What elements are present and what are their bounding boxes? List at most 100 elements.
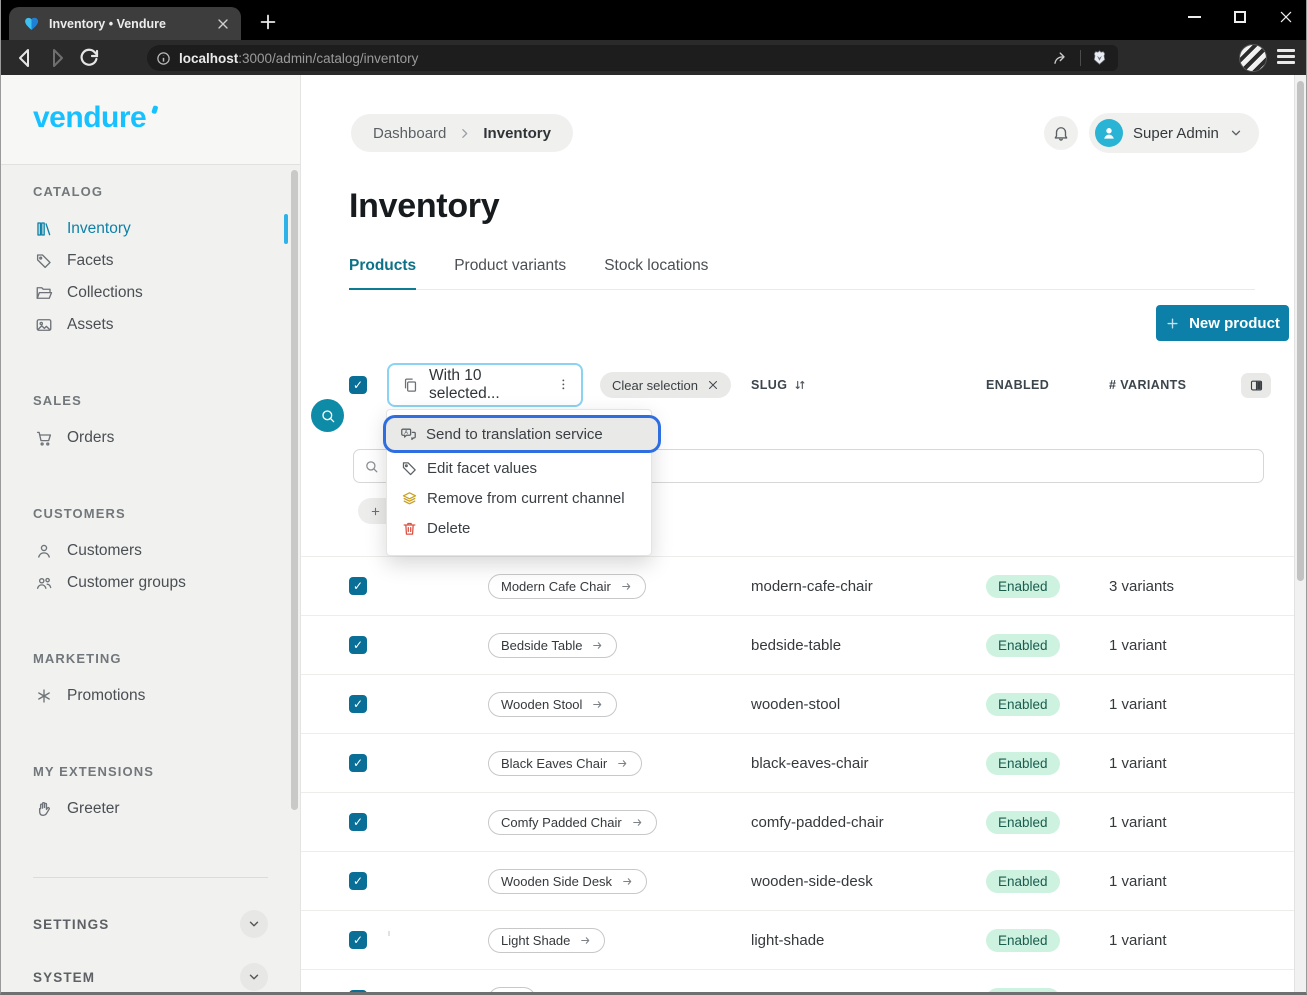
sidebar-section-system[interactable]: SYSTEM <box>1 957 300 995</box>
menu-item-delete[interactable]: Delete <box>387 513 651 543</box>
arrow-right-icon <box>631 816 644 829</box>
sidebar-item-collections[interactable]: Collections <box>1 277 300 309</box>
product-name-chip[interactable]: Wooden Stool <box>488 692 617 717</box>
sidebar-item-inventory[interactable]: Inventory <box>1 213 300 245</box>
menu-item-edit-facet-values[interactable]: Edit facet values <box>387 453 651 483</box>
sidebar-section-label: MY EXTENSIONS <box>1 764 300 779</box>
menu-item-send-to-translation-service[interactable]: A Send to translation service <box>386 418 658 450</box>
tab-product-variants[interactable]: Product variants <box>454 257 566 289</box>
user-menu[interactable]: Super Admin <box>1089 113 1259 153</box>
product-name-chip[interactable]: Modern Cafe Chair <box>488 574 646 599</box>
sidebar-item-greeter[interactable]: Greeter <box>1 793 300 825</box>
browser-forward-button[interactable] <box>45 46 69 70</box>
variant-count: 1 variant <box>1109 696 1274 713</box>
trash-icon <box>401 520 418 537</box>
row-checkbox[interactable]: ✓ <box>349 636 367 654</box>
share-icon[interactable] <box>1052 49 1070 67</box>
status-badge: Enabled <box>986 870 1060 893</box>
product-name-chip[interactable]: Comfy Padded Chair <box>488 810 657 835</box>
product-slug: wooden-side-desk <box>751 873 986 890</box>
sidebar-item-orders[interactable]: Orders <box>1 422 300 454</box>
sidebar-item-assets[interactable]: Assets <box>1 309 300 341</box>
product-slug: bedside-table <box>751 637 986 654</box>
bulk-actions-button[interactable]: With 10 selected... <box>387 363 583 407</box>
tab-products[interactable]: Products <box>349 257 416 290</box>
window-close-button[interactable] <box>1276 7 1296 27</box>
window-maximize-button[interactable] <box>1230 7 1250 27</box>
new-product-button[interactable]: New product <box>1156 305 1289 341</box>
customer-groups-icon <box>35 574 53 592</box>
product-slug: light-shade <box>751 932 986 949</box>
arrow-right-icon <box>620 580 633 593</box>
product-name-chip[interactable]: Light Shade <box>488 928 605 953</box>
orders-icon <box>35 429 53 447</box>
search-toggle-button[interactable] <box>311 399 344 432</box>
row-checkbox[interactable]: ✓ <box>349 931 367 949</box>
breadcrumb-inventory[interactable]: Inventory <box>483 125 551 142</box>
notifications-button[interactable] <box>1044 116 1078 150</box>
variant-count: 1 variant <box>1109 873 1274 890</box>
columns-icon <box>1249 378 1264 393</box>
sidebar: vendure CATALOG Inventory Facets Collect… <box>1 75 301 992</box>
url-bar[interactable]: localhost:3000/admin/catalog/inventory <box>147 45 1118 71</box>
promotions-icon <box>35 687 53 705</box>
sidebar-item-customers[interactable]: Customers <box>1 535 300 567</box>
browser-tab[interactable]: Inventory • Vendure <box>9 7 241 40</box>
table-row: ✓ Black Eaves Chair black-eaves-chair En… <box>301 734 1294 793</box>
translate-icon: A <box>400 426 417 443</box>
row-checkbox[interactable]: ✓ <box>349 695 367 713</box>
chevron-down-icon <box>1229 126 1243 140</box>
page-scrollbar[interactable] <box>1294 75 1306 992</box>
site-info-icon[interactable] <box>156 51 171 66</box>
clear-selection-button[interactable]: Clear selection <box>600 372 731 398</box>
window-minimize-button[interactable] <box>1184 7 1204 27</box>
product-slug: wooden-stool <box>751 696 986 713</box>
copy-icon <box>402 377 419 394</box>
sidebar-item-promotions[interactable]: Promotions <box>1 680 300 712</box>
sidebar-section: SALES Orders <box>1 393 300 454</box>
row-checkbox[interactable]: ✓ <box>349 872 367 890</box>
select-all-checkbox[interactable]: ✓ <box>349 376 367 394</box>
sidebar-section: MY EXTENSIONS Greeter <box>1 764 300 825</box>
product-name-chip[interactable]: Bedside Table <box>488 633 617 658</box>
collections-icon <box>35 284 53 302</box>
row-checkbox[interactable]: ✓ <box>349 990 367 992</box>
table-row: ✓ Bedside Table bedside-table Enabled 1 … <box>301 616 1294 675</box>
sidebar-item-customer-groups[interactable]: Customer groups <box>1 567 300 599</box>
row-checkbox[interactable]: ✓ <box>349 577 367 595</box>
tab-stock-locations[interactable]: Stock locations <box>604 257 708 289</box>
table-controls-bar: ✓ With 10 selected... Clear selection <box>349 363 1274 407</box>
browser-profile-avatar[interactable] <box>1239 44 1267 72</box>
chevron-down-icon[interactable] <box>240 910 268 938</box>
new-tab-button[interactable] <box>257 11 279 33</box>
product-slug: black-eaves-chair <box>751 755 986 772</box>
row-checkbox[interactable]: ✓ <box>349 813 367 831</box>
column-header-slug[interactable]: SLUG <box>751 378 986 392</box>
product-name-chip[interactable]: Black Eaves Chair <box>488 751 642 776</box>
sidebar-section: CATALOG Inventory Facets Collections Ass… <box>1 184 300 341</box>
product-name-chip[interactable]: Wooden Side Desk <box>488 869 647 894</box>
chevron-down-icon[interactable] <box>240 963 268 991</box>
arrow-right-icon <box>621 875 634 888</box>
products-table: ✓ Modern Cafe Chair modern-cafe-chair En… <box>301 556 1294 992</box>
vendure-logo[interactable]: vendure <box>33 101 153 135</box>
variant-count: 1 variant <box>1109 932 1274 949</box>
variant-count: 3 variants <box>1109 578 1274 595</box>
sidebar-item-facets[interactable]: Facets <box>1 245 300 277</box>
ellipsis-vertical-icon <box>556 377 571 393</box>
sidebar-section-settings[interactable]: SETTINGS <box>1 904 300 944</box>
breadcrumb-dashboard[interactable]: Dashboard <box>373 125 446 142</box>
browser-tab-bar: Inventory • Vendure <box>1 0 1306 40</box>
sidebar-scrollbar[interactable] <box>291 170 298 810</box>
menu-item-remove-from-current-channel[interactable]: Remove from current channel <box>387 483 651 513</box>
column-settings-button[interactable] <box>1241 373 1271 398</box>
product-name-chip[interactable] <box>488 987 536 992</box>
browser-back-button[interactable] <box>13 46 37 70</box>
browser-menu-icon[interactable] <box>1277 49 1295 67</box>
browser-reload-button[interactable] <box>77 46 101 70</box>
sidebar-logo-area: vendure <box>1 75 300 165</box>
table-row: ✓ Enabled <box>301 970 1294 992</box>
brave-shield-icon[interactable] <box>1091 49 1108 68</box>
tab-close-icon[interactable] <box>215 16 231 32</box>
row-checkbox[interactable]: ✓ <box>349 754 367 772</box>
